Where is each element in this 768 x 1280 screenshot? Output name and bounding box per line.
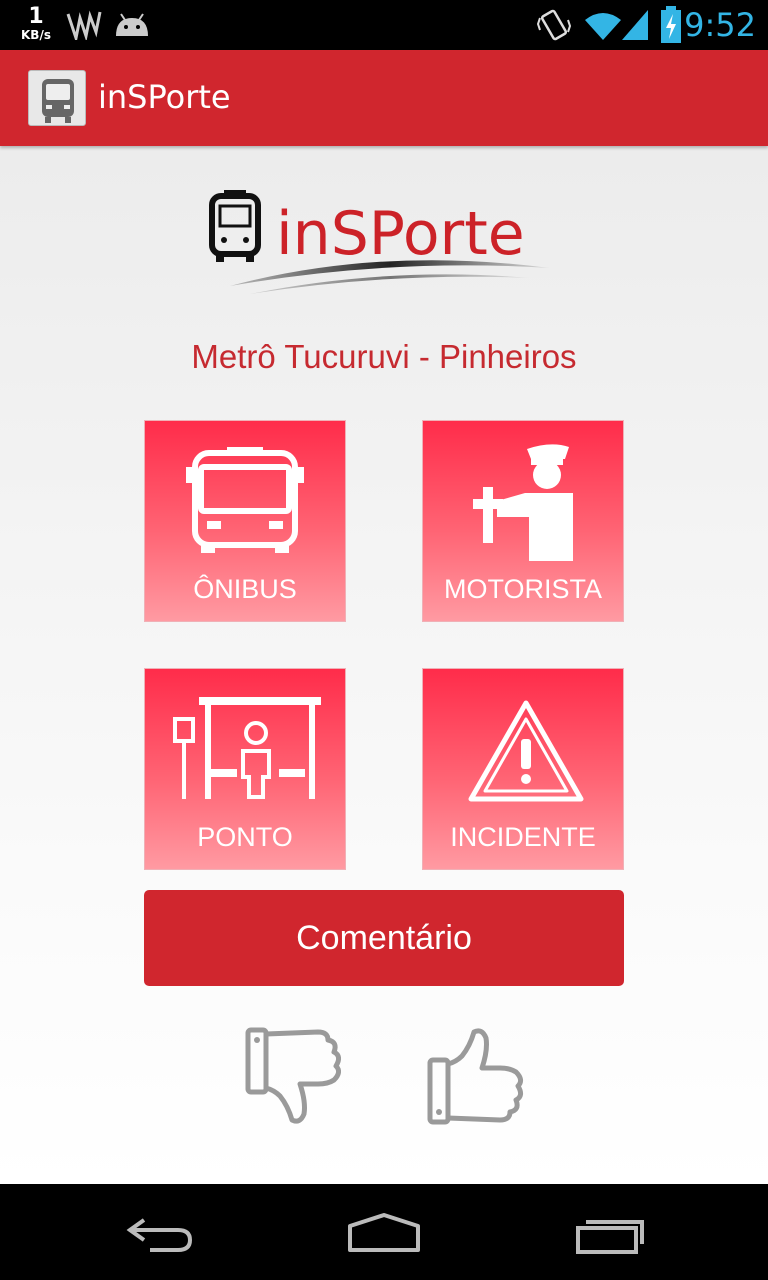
tile-incidente[interactable]: INCIDENTE bbox=[422, 668, 624, 870]
android-icon bbox=[116, 13, 148, 36]
tile-motorista-label: MOTORISTA bbox=[443, 574, 602, 604]
route-name: Metrô Tucuruvi - Pinheiros bbox=[191, 338, 577, 375]
network-speed: 1 KB/s bbox=[16, 4, 56, 42]
thumbs-up-icon[interactable] bbox=[426, 1026, 524, 1126]
tile-motorista[interactable]: MOTORISTA bbox=[422, 420, 624, 622]
insporte-logo: inSPorte bbox=[209, 190, 550, 294]
home-icon[interactable] bbox=[346, 1212, 422, 1254]
network-speed-value: 1 bbox=[28, 4, 44, 29]
recent-apps-icon[interactable] bbox=[574, 1216, 646, 1256]
clock: 9:52 bbox=[684, 6, 756, 44]
vibrate-icon bbox=[536, 9, 572, 41]
cell-signal-icon bbox=[622, 10, 648, 40]
status-bar: 1 KB/s 9:52 bbox=[0, 0, 768, 50]
navigation-bar bbox=[0, 1184, 768, 1280]
app-title: inSPorte bbox=[98, 78, 231, 116]
tile-ponto-label: PONTO bbox=[197, 822, 293, 852]
logo-bus-icon bbox=[209, 190, 261, 262]
battery-charging-icon bbox=[661, 6, 681, 43]
tile-incidente-label: INCIDENTE bbox=[450, 822, 596, 852]
tile-onibus[interactable]: ÔNIBUS bbox=[144, 420, 346, 622]
action-bar: inSPorte bbox=[0, 50, 768, 146]
logo-text: inSPorte bbox=[276, 199, 525, 269]
wifi-icon bbox=[585, 13, 621, 40]
bus-stop-icon bbox=[173, 697, 321, 799]
thumbs-down-icon[interactable] bbox=[244, 1026, 342, 1126]
network-speed-unit: KB/s bbox=[21, 28, 51, 42]
tile-ponto[interactable]: PONTO bbox=[144, 668, 346, 870]
driver-icon bbox=[473, 444, 573, 561]
app-icon[interactable] bbox=[28, 70, 86, 126]
bus-icon bbox=[186, 447, 304, 553]
main-content: inSPorte Metrô Tucuruvi - Pinheiros ÔNIB… bbox=[0, 146, 768, 1184]
warning-icon bbox=[468, 700, 584, 802]
comment-button[interactable]: Comentário bbox=[144, 890, 624, 986]
signal-wave-icon bbox=[66, 10, 102, 40]
bus-logo-icon bbox=[42, 79, 74, 123]
tile-onibus-label: ÔNIBUS bbox=[193, 574, 297, 604]
back-icon[interactable] bbox=[124, 1214, 196, 1254]
